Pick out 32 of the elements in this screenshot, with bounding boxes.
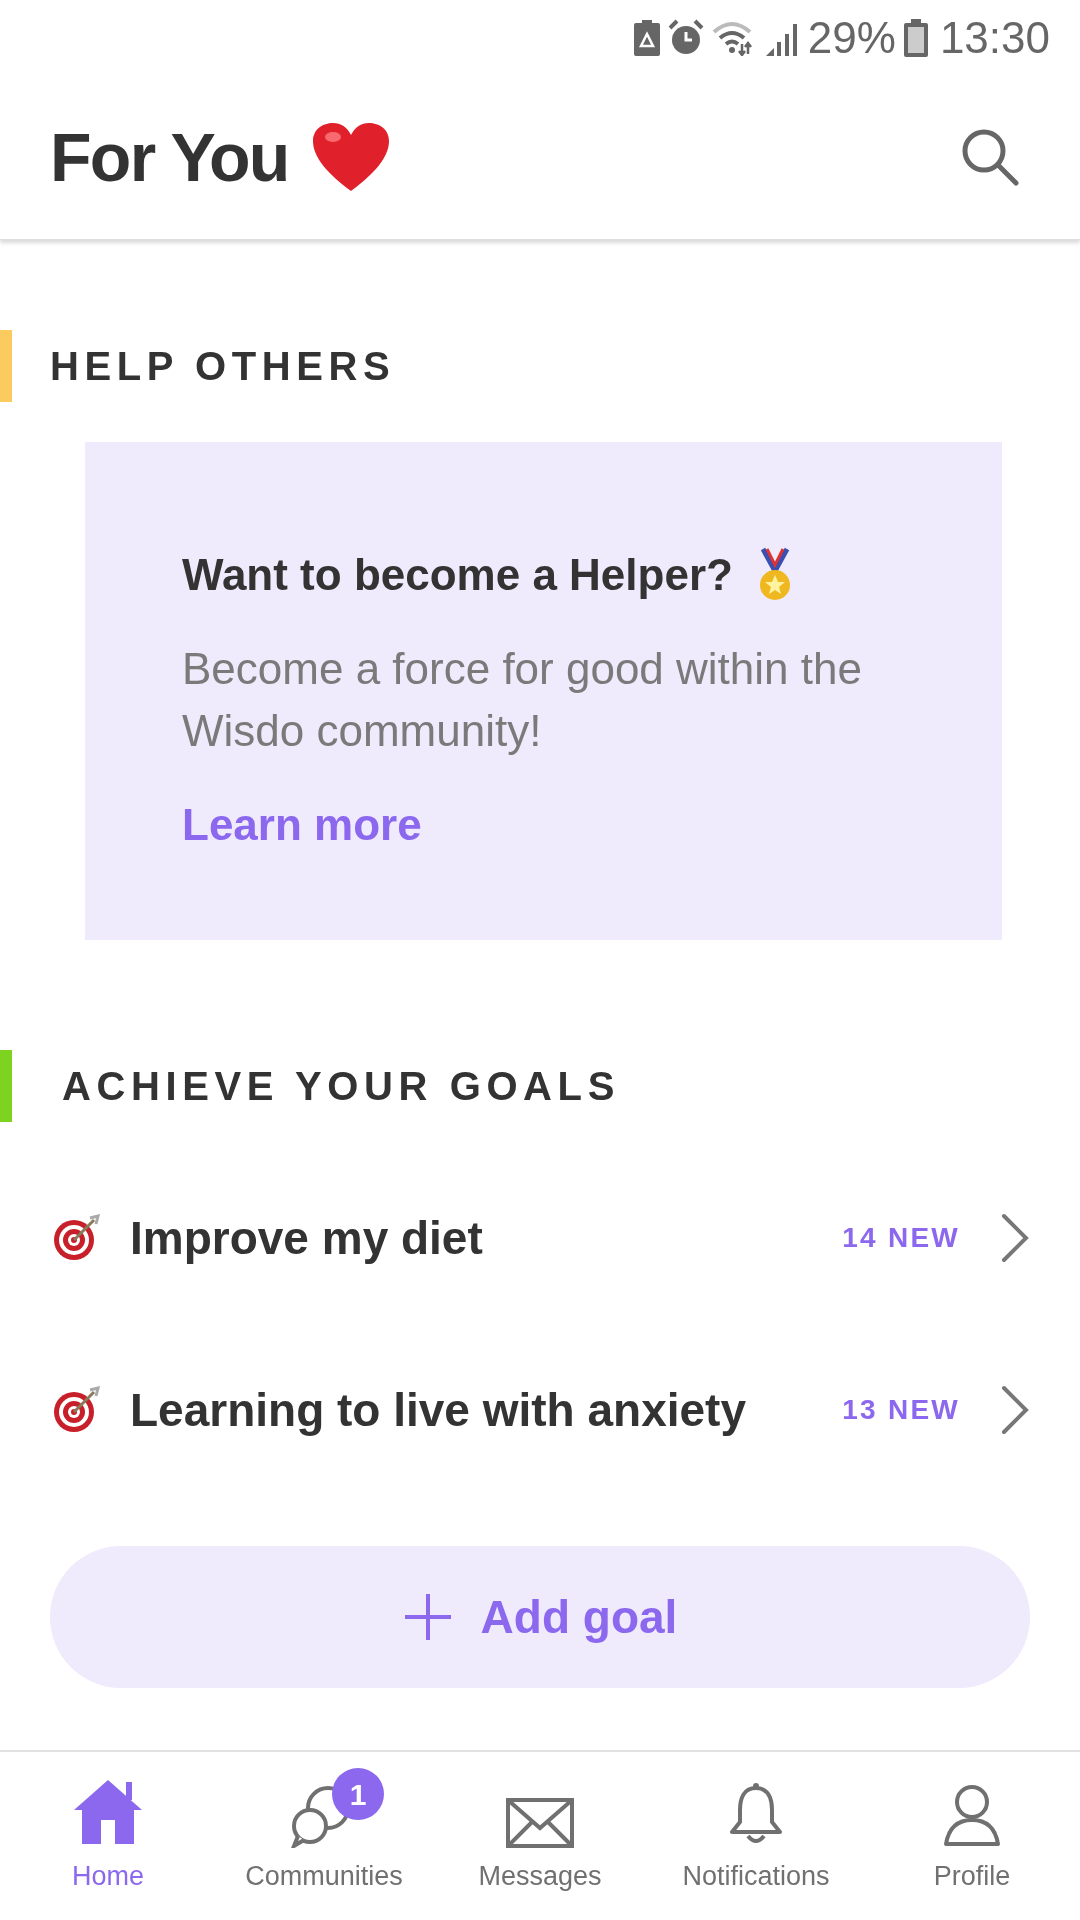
search-icon[interactable]	[960, 127, 1020, 187]
goal-row[interactable]: Learning to live with anxiety 13 NEW	[0, 1324, 1080, 1496]
goal-title: Learning to live with anxiety	[130, 1382, 746, 1438]
heart-icon	[310, 121, 391, 193]
clock-time: 13:30	[939, 15, 1050, 60]
battery-percent: 29%	[807, 15, 896, 60]
battery-saver-icon	[633, 19, 660, 56]
goal-row[interactable]: Improve my diet 14 NEW	[0, 1152, 1080, 1324]
goal-title: Improve my diet	[130, 1210, 483, 1266]
section-heading: HELP OTHERS	[50, 343, 396, 390]
card-title: Want to become a Helper?	[182, 549, 733, 601]
envelope-icon	[506, 1798, 574, 1848]
section-heading: ACHIEVE YOUR GOALS	[62, 1063, 620, 1110]
chevron-right-icon	[1000, 1213, 1030, 1263]
page-title: For You	[50, 118, 289, 197]
person-icon	[942, 1782, 1002, 1848]
alarm-icon	[667, 18, 704, 57]
plus-icon	[402, 1592, 453, 1642]
new-count: 13 NEW	[842, 1393, 960, 1427]
new-count: 14 NEW	[842, 1221, 960, 1255]
nav-tab[interactable]: Notifications	[648, 1772, 864, 1897]
learn-more-link[interactable]: Learn more	[182, 792, 422, 858]
nav-tab[interactable]: Profile	[864, 1772, 1080, 1897]
nav-tab[interactable]: Home	[0, 1772, 216, 1897]
card-description: Become a force for good within the Wisdo community!	[182, 643, 863, 757]
battery-icon	[903, 18, 928, 57]
nav-tab[interactable]: Messages	[432, 1772, 648, 1897]
notification-badge: 1	[332, 1768, 384, 1820]
target-icon	[52, 1386, 100, 1434]
target-icon	[52, 1214, 100, 1262]
chevron-right-icon	[1000, 1385, 1030, 1435]
add-goal-button[interactable]: Add goal	[50, 1546, 1030, 1688]
